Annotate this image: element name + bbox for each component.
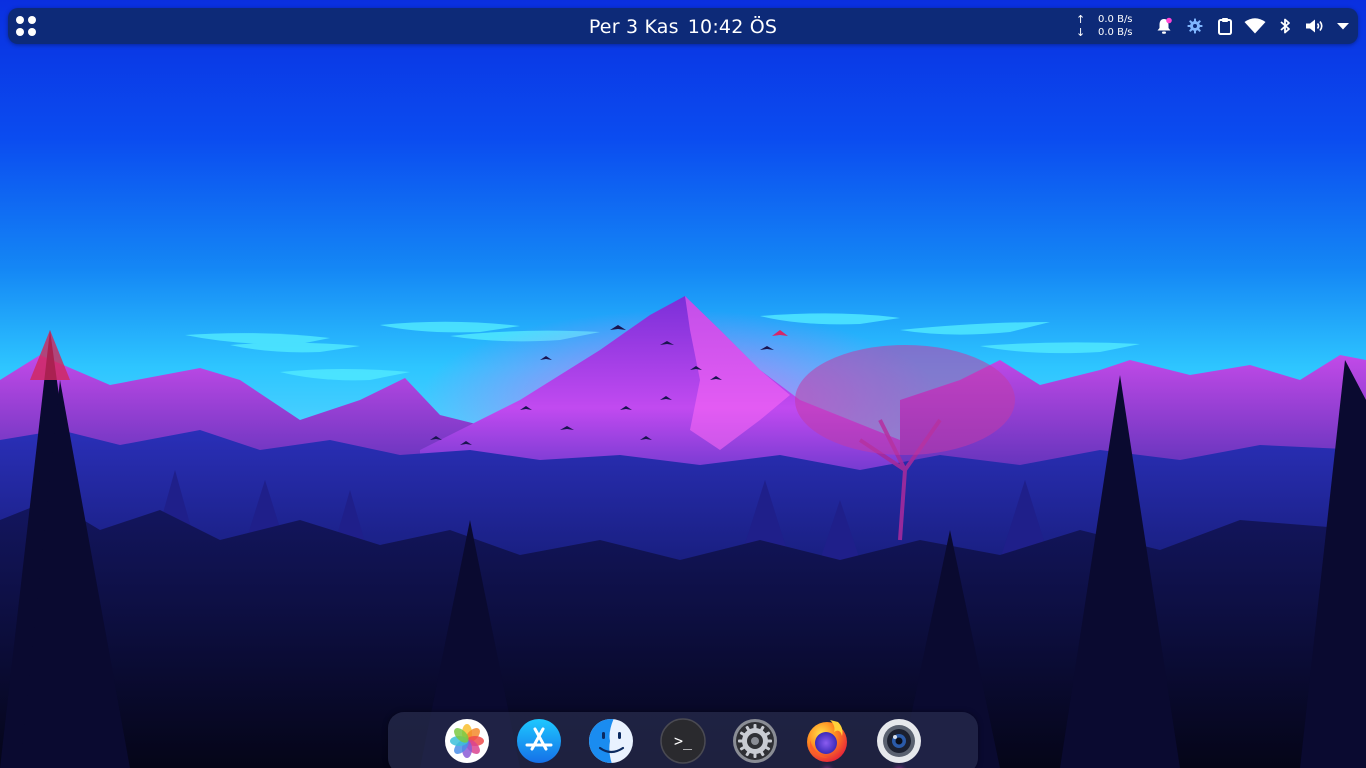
clipboard-icon[interactable] <box>1215 15 1235 37</box>
download-arrow-icon: ↓ <box>1076 26 1086 39</box>
terminal-glyph: >_ <box>673 732 693 750</box>
volume-icon[interactable] <box>1304 15 1326 37</box>
system-settings-icon <box>733 719 777 763</box>
firefox-icon <box>807 720 847 762</box>
dock-item-system-settings[interactable] <box>732 718 778 764</box>
clock-time: 10:42 ÖS <box>687 16 778 38</box>
desktop[interactable]: Per 3 Kas 10:42 ÖS ↑ 0.0 B/s ↓ 0.0 B/s >… <box>0 0 1366 768</box>
wallpaper <box>0 0 1366 768</box>
dock-item-photos[interactable] <box>444 718 490 764</box>
dock-item-terminal[interactable]: >_ <box>660 718 706 764</box>
dock-item-camera[interactable] <box>876 718 922 764</box>
finder-icon <box>589 719 633 763</box>
dock-item-firefox[interactable] <box>804 718 850 764</box>
dock-item-finder[interactable] <box>588 718 634 764</box>
clock-date: Per 3 Kas <box>588 16 679 38</box>
top-panel: Per 3 Kas 10:42 ÖS ↑ 0.0 B/s ↓ 0.0 B/s <box>8 8 1358 44</box>
network-speed-indicator[interactable]: ↑ 0.0 B/s ↓ 0.0 B/s <box>1076 13 1133 39</box>
notification-bell-icon[interactable] <box>1154 15 1174 37</box>
system-menu-arrow-icon[interactable] <box>1334 15 1352 37</box>
download-speed: 0.0 B/s <box>1098 27 1133 38</box>
camera-app-icon <box>877 719 921 763</box>
app-store-icon <box>517 719 561 763</box>
upload-speed: 0.0 B/s <box>1098 14 1133 25</box>
bluetooth-icon[interactable] <box>1276 15 1294 37</box>
dock: >_ <box>388 712 978 768</box>
dock-item-app-store[interactable] <box>516 718 562 764</box>
upload-arrow-icon: ↑ <box>1076 13 1086 26</box>
photos-app-icon <box>445 719 489 763</box>
wifi-icon[interactable] <box>1243 15 1267 37</box>
settings-gear-icon[interactable] <box>1185 15 1205 37</box>
